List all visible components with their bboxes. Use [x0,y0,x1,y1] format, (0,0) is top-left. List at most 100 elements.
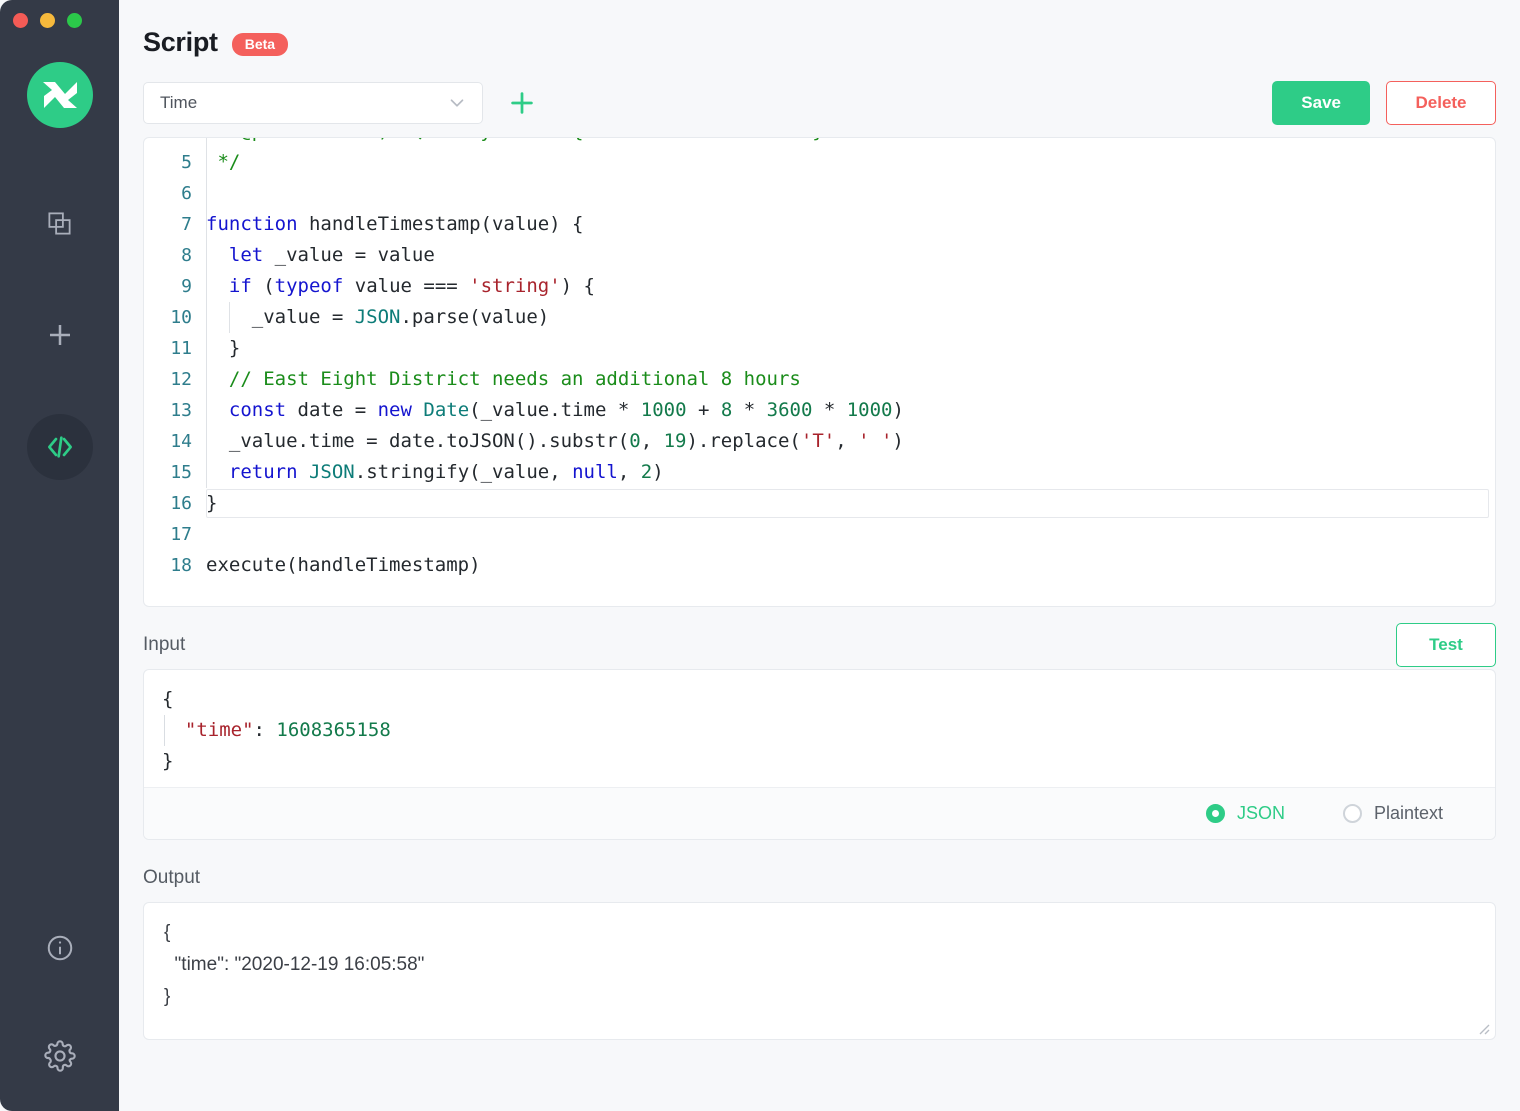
json-token: } [162,750,173,772]
input-label: Input [143,634,185,656]
code-token [298,461,309,483]
format-option-plaintext[interactable]: Plaintext [1343,803,1443,824]
close-window-button[interactable] [13,13,28,28]
line-number: 5 [144,147,206,178]
code-line[interactable]: 13 const date = new Date(_value.time * 1… [144,395,1495,426]
code-editor-content[interactable]: 4 * @param value, MQTT Payload - { "time… [144,137,1495,589]
maximize-window-button[interactable] [67,13,82,28]
add-script-button[interactable] [505,86,539,120]
script-select[interactable]: Time [143,82,483,124]
code-token: JSON [309,461,355,483]
radio-button[interactable] [1343,804,1362,823]
code-line-text: const date = new Date(_value.time * 1000… [206,395,904,426]
gear-icon [44,1040,76,1072]
code-line[interactable]: 18execute(handleTimestamp) [144,550,1495,581]
code-line[interactable]: 11 } [144,333,1495,364]
output-line: "time": "2020-12-19 16:05:58" [144,949,1495,981]
input-format-options: JSON Plaintext [144,787,1495,839]
code-line-text: } [206,488,217,519]
app-window: Script Beta Time Save Delete [0,0,1520,1111]
json-token: 1608365158 [276,719,390,741]
output-section-header: Output [143,856,1496,900]
sidebar-item-settings[interactable] [27,1023,93,1089]
delete-button[interactable]: Delete [1386,81,1496,125]
resize-grip-icon[interactable] [1474,1019,1490,1035]
line-number: 16 [144,488,206,519]
input-panel[interactable]: { "time": 1608365158} JSON Plaintext [143,669,1496,840]
code-line-text: if (typeof value === 'string') { [206,271,595,302]
line-number: 8 [144,240,206,271]
code-line[interactable]: 5 */ [144,147,1495,178]
code-line[interactable]: 6 [144,178,1495,209]
code-token: JSON [355,306,401,328]
code-token: const [229,399,286,421]
input-json-editor[interactable]: { "time": 1608365158} [144,670,1495,787]
indent-guide [206,178,207,209]
indent-guide [206,426,207,457]
code-line[interactable]: 15 return JSON.stringify(_value, null, 2… [144,457,1495,488]
code-line-text: _value.time = date.toJSON().substr(0, 19… [206,426,904,457]
code-token: ).replace( [686,430,800,452]
code-token: _value = value [263,244,435,266]
script-select-value: Time [160,93,197,113]
code-token: ) { [561,275,595,297]
code-token: ( [252,275,275,297]
line-number: 9 [144,271,206,302]
sidebar-item-layers[interactable] [27,190,93,256]
app-logo[interactable] [27,62,93,128]
code-line[interactable]: 9 if (typeof value === 'string') { [144,271,1495,302]
sidebar-item-script[interactable] [27,414,93,480]
page-header: Script Beta [143,0,1496,58]
indent-guide [206,240,207,271]
code-token: */ [206,151,240,173]
indent-guide [229,302,230,333]
sidebar-item-add[interactable] [27,302,93,368]
code-line[interactable]: 8 let _value = value [144,240,1495,271]
code-line[interactable]: 10 _value = JSON.parse(value) [144,302,1495,333]
radio-button[interactable] [1206,804,1225,823]
code-line[interactable]: 17 [144,519,1495,550]
save-button[interactable]: Save [1272,81,1370,125]
sidebar-item-info[interactable] [27,915,93,981]
code-token: 'string' [469,275,561,297]
code-token: .parse(value) [400,306,549,328]
test-button[interactable]: Test [1396,623,1496,667]
line-number: 17 [144,519,206,550]
code-line[interactable]: 16} [144,488,1495,519]
line-number: 6 [144,178,206,209]
minimize-window-button[interactable] [40,13,55,28]
input-json-line: } [144,746,1495,777]
code-token: ) [892,430,903,452]
plus-icon [507,88,537,118]
code-token: } [206,492,217,514]
sidebar [0,0,119,1111]
indent-guide [206,364,207,395]
page-title: Script [143,27,218,58]
code-token: .stringify(_value, [355,461,572,483]
code-token: 3600 [767,399,813,421]
code-line[interactable]: 12 // East Eight District needs an addit… [144,364,1495,395]
code-token: Date [423,399,469,421]
output-label: Output [143,867,200,889]
code-line[interactable]: 7function handleTimestamp(value) { [144,209,1495,240]
code-token: 8 [721,399,732,421]
indent-guide [206,333,207,364]
code-token: date = [286,399,378,421]
code-line[interactable]: 14 _value.time = date.toJSON().substr(0,… [144,426,1495,457]
output-line: } [144,981,1495,1013]
code-editor[interactable]: 4 * @param value, MQTT Payload - { "time… [143,137,1496,607]
indent-guide [164,715,165,746]
output-panel: { "time": "2020-12-19 16:05:58"} [143,902,1496,1040]
code-token [206,368,229,390]
json-token: "time" [162,719,254,741]
code-token [206,275,229,297]
indent-guide [206,137,207,147]
code-token: 1000 [641,399,687,421]
json-token: : [254,719,277,741]
code-token: 2 [641,461,652,483]
line-number: 12 [144,364,206,395]
code-line[interactable]: 4 * @param value, MQTT Payload - { "time… [144,137,1495,147]
line-number: 10 [144,302,206,333]
chevron-down-icon [446,92,468,114]
format-option-json[interactable]: JSON [1206,803,1285,824]
